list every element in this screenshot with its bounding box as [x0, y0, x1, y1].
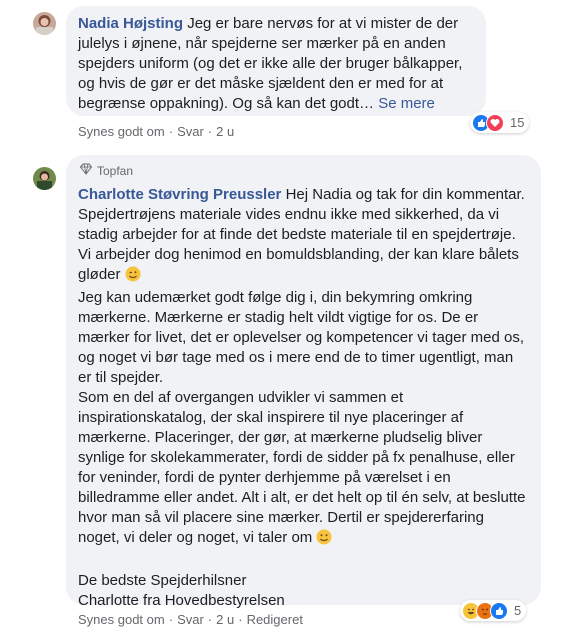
signoff-line: De bedste Spejderhilsner [78, 572, 247, 589]
reply-link[interactable]: Svar [177, 124, 204, 139]
see-more-link[interactable]: Se mere [378, 95, 435, 112]
reply-link[interactable]: Svar [177, 612, 204, 627]
comment-text: Charlotte Støvring Preussler Hej Nadia o… [78, 185, 529, 288]
comment-actions: Synes godt om · Svar · 2 u · Redigeret [78, 612, 303, 627]
like-link[interactable]: Synes godt om [78, 124, 165, 139]
smile-emoji-icon [316, 529, 332, 551]
love-reaction-icon [486, 113, 504, 132]
comment-bubble: Nadia Højsting Jeg er bare nervøs for at… [66, 6, 486, 116]
avatar[interactable] [33, 12, 56, 35]
separator: · [207, 612, 213, 627]
topfan-label: Topfan [97, 163, 134, 178]
like-reaction-icon [490, 601, 508, 620]
reaction-summary[interactable]: 15 [470, 112, 530, 133]
separator: · [238, 612, 243, 627]
comment-author[interactable]: Charlotte Støvring Preussler [78, 186, 281, 203]
comment-actions: Synes godt om · Svar · 2 u [78, 124, 234, 139]
comment-author[interactable]: Nadia Højsting [78, 15, 183, 32]
comment-paragraph-3: Som en del af overgangen udvikler vi sam… [78, 389, 526, 546]
diamond-icon [79, 163, 93, 178]
timestamp[interactable]: 2 u [216, 612, 234, 627]
separator: · [168, 612, 174, 627]
comment-paragraph-2: Jeg kan udemærket godt følge dig i, din … [78, 289, 525, 386]
separator: · [168, 124, 174, 139]
comment-text-3: Som en del af overgangen udvikler vi sam… [78, 388, 529, 551]
timestamp[interactable]: 2 u [216, 124, 234, 139]
wink-emoji-icon [125, 266, 141, 288]
topfan-badge[interactable]: Topfan [79, 163, 134, 178]
separator: · [207, 124, 213, 139]
edited-label[interactable]: Redigeret [247, 612, 303, 627]
reaction-count: 5 [514, 603, 522, 618]
like-link[interactable]: Synes godt om [78, 612, 165, 627]
avatar[interactable] [33, 167, 56, 190]
comment-bubble: Charlotte Støvring Preussler Hej Nadia o… [66, 155, 541, 609]
reaction-count: 15 [510, 115, 525, 130]
reaction-summary[interactable]: 5 [460, 600, 527, 621]
